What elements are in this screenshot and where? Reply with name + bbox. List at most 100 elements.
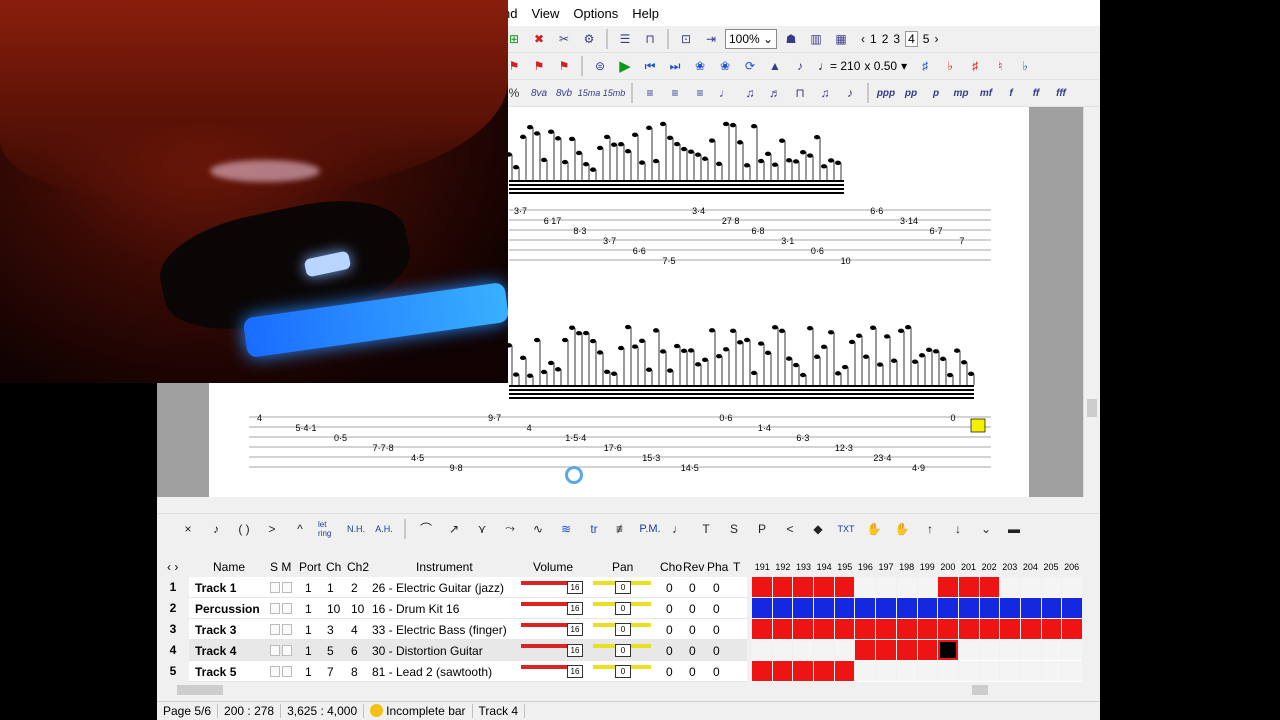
grid-cell[interactable]: [917, 640, 938, 660]
track-ch[interactable]: 3: [327, 623, 334, 637]
pan-knob[interactable]: 0: [615, 602, 631, 615]
grid-cell[interactable]: [1020, 619, 1041, 639]
tab-number[interactable]: 0·6: [811, 246, 824, 256]
grid-cell-selected[interactable]: [938, 640, 958, 660]
minimize-icon[interactable]: ▬: [1003, 518, 1025, 540]
track-name[interactable]: Percussion: [195, 602, 260, 616]
insert-bar-icon[interactable]: ⊡: [675, 28, 697, 50]
grid-cell[interactable]: [1041, 598, 1062, 618]
previous-icon[interactable]: ⏮: [639, 55, 661, 77]
accent-button[interactable]: >: [261, 518, 283, 540]
tab-number[interactable]: 6·8: [752, 226, 765, 236]
track-row[interactable]: 3 Track 3 1 3 4 33 - Electric Bass (finger) 16…: [157, 619, 747, 640]
tab-number[interactable]: 6·7: [930, 226, 943, 236]
grid-cell[interactable]: [814, 577, 834, 597]
align-icon[interactable]: ≡: [639, 82, 661, 104]
grid-cell[interactable]: [752, 640, 772, 660]
grid-cell[interactable]: [979, 619, 1000, 639]
vertical-scrollbar[interactable]: [1083, 107, 1100, 497]
grid-cell[interactable]: [855, 577, 876, 597]
bar-icon[interactable]: ⊓: [639, 28, 661, 50]
dynamic-pp[interactable]: pp: [900, 82, 922, 104]
track-reverb[interactable]: 0: [689, 602, 696, 616]
track-ch2[interactable]: 6: [351, 644, 358, 658]
tab-number[interactable]: 4: [527, 423, 532, 433]
ghost-note-button[interactable]: ( ): [233, 518, 255, 540]
grid-cell[interactable]: [1000, 619, 1020, 639]
track-name[interactable]: Track 1: [195, 581, 236, 595]
grid-cell[interactable]: [876, 640, 896, 660]
15ma-button[interactable]: 15ma: [578, 82, 601, 104]
piano-icon[interactable]: ▦: [830, 28, 852, 50]
page-2[interactable]: 2: [882, 32, 889, 46]
loop-icon[interactable]: ⟳: [739, 55, 761, 77]
grid-cell[interactable]: [1062, 661, 1082, 681]
pan-knob[interactable]: 0: [615, 644, 631, 657]
tab-number[interactable]: 6·6: [870, 206, 883, 216]
grid-cell[interactable]: [834, 661, 855, 681]
mute-toggle[interactable]: [282, 582, 292, 593]
dynamic-mp[interactable]: mp: [950, 82, 972, 104]
hammer-icon[interactable]: ⌒: [415, 518, 437, 540]
mute-toggle[interactable]: [282, 645, 292, 656]
tab-number[interactable]: 4·5: [411, 453, 424, 463]
page-1[interactable]: 1: [870, 32, 877, 46]
grid-cell[interactable]: [1020, 598, 1041, 618]
track-ch[interactable]: 5: [327, 644, 334, 658]
grid-cell[interactable]: [834, 577, 855, 597]
solo-toggle[interactable]: [270, 645, 280, 656]
dynamic-p[interactable]: p: [925, 82, 947, 104]
track-phaser[interactable]: 0: [713, 602, 720, 616]
palm-mute-button[interactable]: P.M.: [639, 518, 661, 540]
dynamic-ppp[interactable]: ppp: [875, 82, 897, 104]
grid-cell[interactable]: [752, 619, 772, 639]
grid-cell[interactable]: [979, 598, 1000, 618]
track-row[interactable]: 4 Track 4 1 5 6 30 - Distortion Guitar 16 0 0 0 0: [157, 640, 747, 661]
track-port[interactable]: 1: [305, 581, 312, 595]
tab-number[interactable]: 9·7: [488, 413, 501, 423]
grid-cell[interactable]: [917, 661, 938, 681]
solo-toggle[interactable]: [270, 603, 280, 614]
dynamic-fff[interactable]: fff: [1050, 82, 1072, 104]
track-name[interactable]: Track 5: [195, 665, 236, 679]
track-chorus[interactable]: 0: [666, 602, 673, 616]
next-icon[interactable]: ⏭: [664, 55, 686, 77]
text-button[interactable]: TXT: [835, 518, 857, 540]
tab-number[interactable]: 4: [257, 413, 262, 423]
track-reverb[interactable]: 0: [689, 665, 696, 679]
grid-cell[interactable]: [896, 661, 917, 681]
dynamic-ff[interactable]: ff: [1025, 82, 1047, 104]
note-icon[interactable]: ♩: [714, 82, 736, 104]
grid-cell[interactable]: [793, 619, 814, 639]
tab-number[interactable]: 4·9: [912, 463, 925, 473]
grid-cell[interactable]: [876, 598, 896, 618]
track-ch2[interactable]: 2: [351, 581, 358, 595]
grid-cell[interactable]: [1041, 577, 1062, 597]
grid-cell[interactable]: [793, 661, 814, 681]
grid-cell[interactable]: [979, 640, 1000, 660]
track-instrument[interactable]: 81 - Lead 2 (sawtooth): [372, 665, 492, 679]
volume-knob[interactable]: 16: [567, 602, 583, 615]
grid-cell[interactable]: [752, 577, 772, 597]
grid-cell[interactable]: [1062, 577, 1082, 597]
grid-cell[interactable]: [1020, 577, 1041, 597]
page-4-current[interactable]: 4: [905, 31, 918, 47]
track-reverb[interactable]: 0: [689, 623, 696, 637]
menu-options[interactable]: Options: [573, 6, 618, 21]
track-chorus[interactable]: 0: [666, 581, 673, 595]
tab-number[interactable]: 0·5: [334, 433, 347, 443]
tab-number[interactable]: 6·6: [633, 246, 646, 256]
chevron-down-icon[interactable]: ▾: [901, 59, 907, 73]
track-instrument[interactable]: 26 - Electric Guitar (jazz): [372, 581, 504, 595]
track-phaser[interactable]: 0: [713, 581, 720, 595]
dynamic-mf[interactable]: mf: [975, 82, 997, 104]
grid-cell[interactable]: [855, 640, 876, 660]
8vb-button[interactable]: 8vb: [553, 82, 575, 104]
grid-cell[interactable]: [958, 619, 979, 639]
mask-icon[interactable]: ☗: [780, 28, 802, 50]
grid-cell[interactable]: [752, 598, 772, 618]
volume-knob[interactable]: 16: [567, 581, 583, 594]
grid-cell[interactable]: [896, 577, 917, 597]
grid-cell[interactable]: [855, 661, 876, 681]
track-name[interactable]: Track 4: [195, 644, 236, 658]
